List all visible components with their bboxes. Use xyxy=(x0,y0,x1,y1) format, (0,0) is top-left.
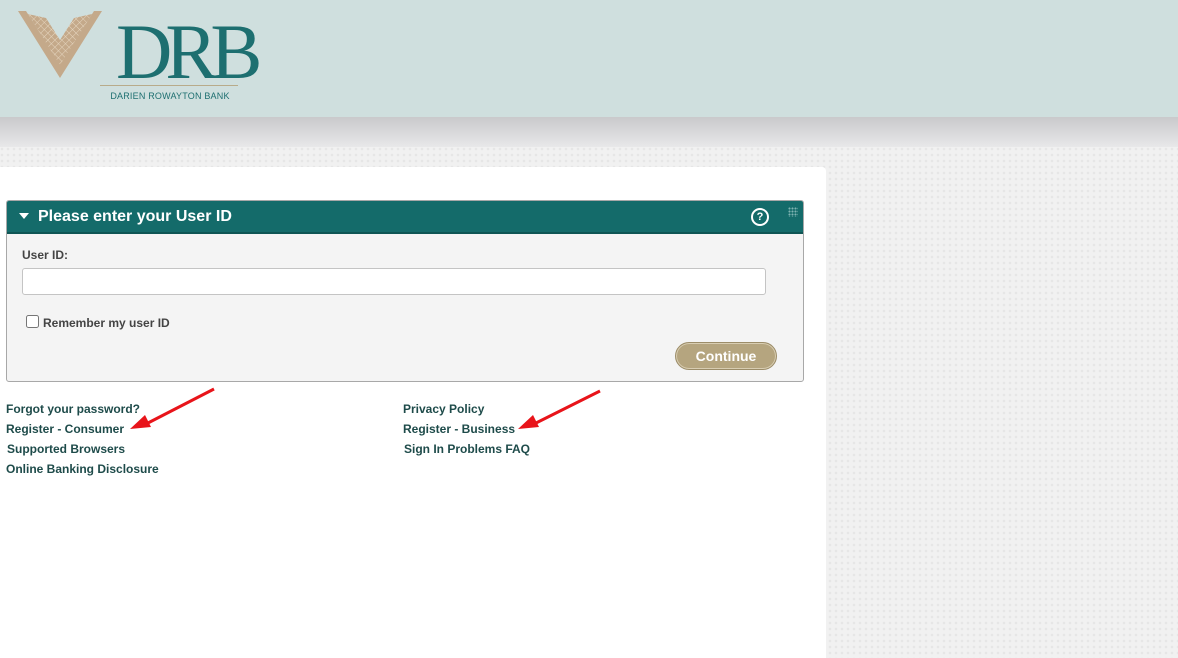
annotation-arrow-icon xyxy=(130,387,215,429)
logo-tagline: DARIEN ROWAYTON BANK xyxy=(110,91,230,101)
continue-button[interactable]: Continue xyxy=(675,342,777,370)
triangle-down-icon[interactable] xyxy=(19,213,29,219)
annotation-arrow-icon xyxy=(518,389,601,429)
register-business-link[interactable]: Register - Business xyxy=(403,422,515,436)
remember-userid-checkbox[interactable] xyxy=(26,315,39,328)
header-band xyxy=(0,117,1178,147)
site-header: DRB DARIEN ROWAYTON BANK xyxy=(0,0,1178,117)
logo-emblem-icon xyxy=(18,11,102,78)
logo-divider xyxy=(100,85,238,86)
panel-header[interactable]: Please enter your User ID ? xyxy=(7,201,803,234)
sign-in-problems-faq-link[interactable]: Sign In Problems FAQ xyxy=(404,442,530,456)
help-circle-icon[interactable]: ? xyxy=(751,208,769,226)
userid-input[interactable] xyxy=(22,268,766,295)
login-panel: Please enter your User ID ? User ID: Rem… xyxy=(6,200,804,382)
drb-logo: DRB DARIEN ROWAYTON BANK xyxy=(16,8,262,108)
supported-browsers-link[interactable]: Supported Browsers xyxy=(7,442,125,456)
grip-icon[interactable] xyxy=(788,207,798,217)
logo-wordmark: DRB xyxy=(116,8,262,95)
online-banking-disclosure-link[interactable]: Online Banking Disclosure xyxy=(6,462,159,476)
userid-label: User ID: xyxy=(22,248,69,262)
remember-userid-label[interactable]: Remember my user ID xyxy=(43,316,170,330)
privacy-policy-link[interactable]: Privacy Policy xyxy=(403,402,484,416)
panel-title: Please enter your User ID xyxy=(38,208,232,225)
forgot-password-link[interactable]: Forgot your password? xyxy=(6,402,140,416)
register-consumer-link[interactable]: Register - Consumer xyxy=(6,422,124,436)
